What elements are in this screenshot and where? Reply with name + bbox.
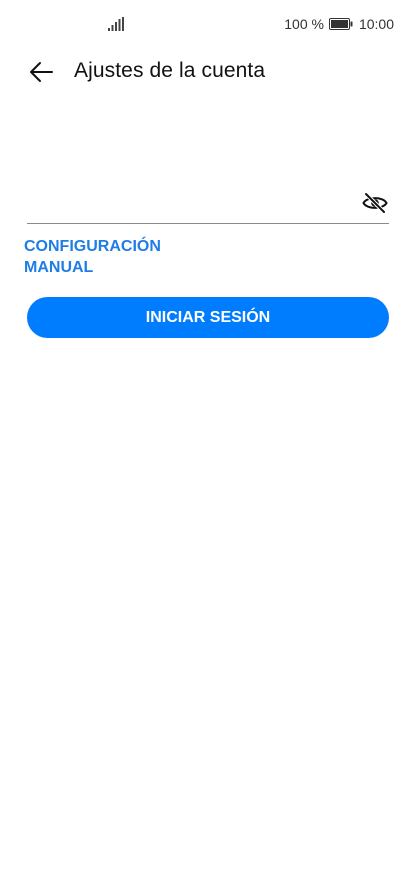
password-field bbox=[27, 185, 389, 224]
sign-in-button[interactable]: INICIAR SESIÓN bbox=[27, 297, 389, 338]
app-bar: Ajustes de la cuenta bbox=[0, 48, 416, 96]
signal-icon bbox=[108, 17, 124, 31]
battery-percent: 100 % bbox=[284, 16, 324, 32]
battery-icon bbox=[328, 18, 353, 30]
password-input[interactable] bbox=[27, 185, 347, 221]
clock: 10:00 bbox=[358, 16, 394, 32]
status-right: 100 % 10:00 bbox=[284, 15, 394, 33]
eye-off-icon bbox=[362, 192, 388, 214]
back-button[interactable] bbox=[26, 58, 56, 86]
status-bar: 100 % 10:00 bbox=[0, 0, 416, 48]
back-arrow-icon bbox=[30, 62, 53, 82]
toggle-password-visibility-button[interactable] bbox=[361, 191, 389, 215]
page-title: Ajustes de la cuenta bbox=[74, 59, 266, 82]
manual-configuration-link[interactable]: CONFIGURACIÓN MANUAL bbox=[24, 236, 194, 278]
